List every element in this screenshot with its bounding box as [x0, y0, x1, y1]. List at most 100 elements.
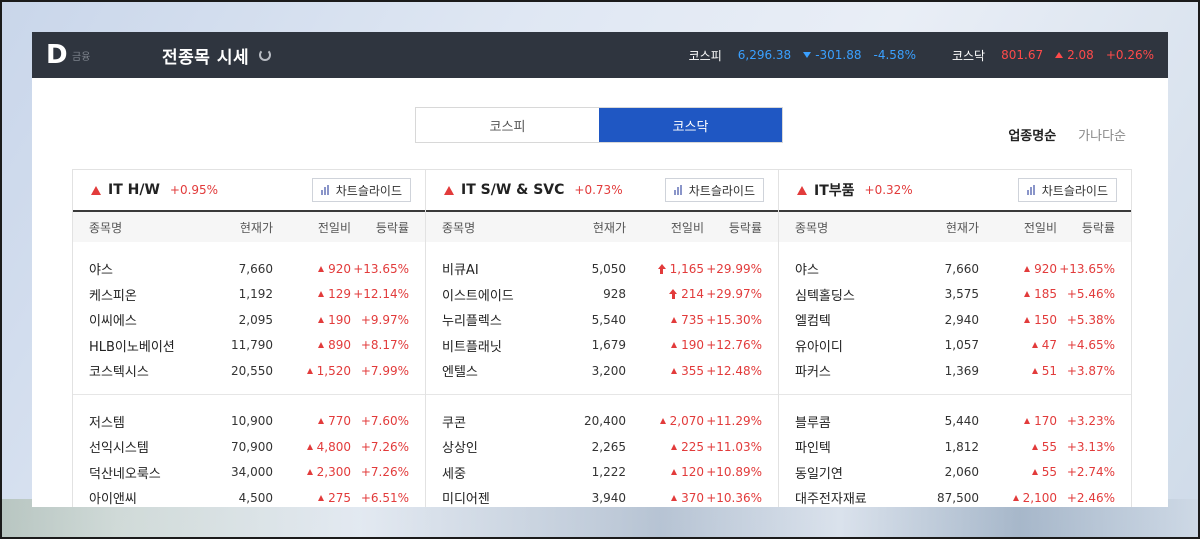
stock-name[interactable]: 쿠콘: [442, 412, 556, 431]
stock-price: 928: [603, 287, 626, 302]
kosdaq-label: 코스닥: [951, 48, 986, 63]
stock-name[interactable]: 미디어젠: [442, 488, 556, 507]
chart-slide-button[interactable]: 차트슬라이드: [1017, 178, 1117, 202]
stock-row[interactable]: 블루콤 5,440 170 +3.23%: [779, 409, 1131, 435]
sector-name[interactable]: IT부품: [814, 180, 855, 200]
stock-name[interactable]: 상상인: [442, 437, 556, 456]
stock-name[interactable]: 엔텔스: [442, 361, 556, 380]
stock-row[interactable]: 파커스 1,369 51 +3.87%: [779, 358, 1131, 384]
kospi-value: 6,296.38: [737, 48, 792, 62]
stock-row[interactable]: 비트플래닛 1,679 190 +12.76%: [426, 333, 778, 359]
sort-by-alphabet[interactable]: 가나다순: [1078, 125, 1126, 144]
stock-name[interactable]: 코스텍시스: [89, 361, 203, 380]
stock-name[interactable]: 덕산네오룩스: [89, 463, 203, 482]
stock-row[interactable]: 선익시스템 70,900 4,800 +7.26%: [73, 434, 425, 460]
stock-name[interactable]: 저스템: [89, 412, 203, 431]
stock-name[interactable]: HLB이노베이션: [89, 336, 203, 355]
kosdaq-change: 2.08: [1055, 48, 1094, 62]
sector-panel: IT부품 +0.32% 차트슬라이드 종목명 현재가 전일비 등락률 야스 7,660 920 +1…: [778, 169, 1132, 507]
stock-percent: +2.74%: [1066, 465, 1115, 480]
stock-name[interactable]: 이스트에이드: [442, 285, 556, 304]
stock-name[interactable]: 블루콤: [795, 412, 909, 431]
stock-row[interactable]: 덕산네오룩스 34,000 2,300 +7.26%: [73, 460, 425, 486]
stock-row[interactable]: 파인텍 1,812 55 +3.13%: [779, 434, 1131, 460]
up-triangle-icon: [318, 342, 325, 349]
stock-name[interactable]: 대주전자재료: [795, 488, 909, 507]
stock-row[interactable]: 이씨에스 2,095 190 +9.97%: [73, 307, 425, 333]
stock-row[interactable]: 야스 7,660 920 +13.65%: [779, 256, 1131, 282]
stock-row[interactable]: 상상인 2,265 225 +11.03%: [426, 434, 778, 460]
stock-name[interactable]: 누리플렉스: [442, 310, 556, 329]
chart-slide-button[interactable]: 차트슬라이드: [311, 178, 411, 202]
stock-row[interactable]: 야스 7,660 920 +13.65%: [73, 256, 425, 282]
stock-row[interactable]: 코스텍시스 20,550 1,520 +7.99%: [73, 358, 425, 384]
stock-change: 190: [626, 338, 704, 352]
stock-row[interactable]: 동일기연 2,060 55 +2.74%: [779, 460, 1131, 486]
stock-name[interactable]: 세중: [442, 463, 556, 482]
up-triangle-icon: [318, 291, 325, 298]
stock-name[interactable]: 비트플래닛: [442, 336, 556, 355]
stock-name[interactable]: 케스피온: [89, 285, 203, 304]
stock-name[interactable]: 야스: [89, 259, 203, 278]
stock-name[interactable]: 아이앤씨: [89, 488, 203, 507]
refresh-icon[interactable]: [259, 49, 272, 61]
stock-price: 20,550: [231, 363, 273, 378]
stock-percent: +15.30%: [706, 312, 762, 327]
col-price: 현재가: [945, 220, 979, 235]
stock-name[interactable]: 선익시스템: [89, 437, 203, 456]
stock-row[interactable]: 엔텔스 3,200 355 +12.48%: [426, 358, 778, 384]
up-triangle-icon: [1024, 418, 1031, 425]
sort-by-sector[interactable]: 업종명순: [1008, 125, 1056, 144]
stock-row[interactable]: 누리플렉스 5,540 735 +15.30%: [426, 307, 778, 333]
stock-name[interactable]: 엘컴텍: [795, 310, 909, 329]
stock-row[interactable]: 미디어젠 3,940 370 +10.36%: [426, 485, 778, 507]
stock-percent: +3.87%: [1066, 363, 1115, 378]
stock-row[interactable]: 비큐AI 5,050 1,165 +29.99%: [426, 256, 778, 282]
stock-row[interactable]: 엘컴텍 2,940 150 +5.38%: [779, 307, 1131, 333]
stock-row[interactable]: 세중 1,222 120 +10.89%: [426, 460, 778, 486]
stock-row[interactable]: 케스피온 1,192 129 +12.14%: [73, 282, 425, 308]
stock-name[interactable]: 동일기연: [795, 463, 909, 482]
stock-price: 5,440: [944, 414, 979, 429]
stock-row[interactable]: 유아이디 1,057 47 +4.65%: [779, 333, 1131, 359]
stock-row[interactable]: 대주전자재료 87,500 2,100 +2.46%: [779, 485, 1131, 507]
col-percent: 등락률: [1081, 220, 1115, 235]
stock-price: 1,192: [238, 287, 273, 302]
stock-row[interactable]: 쿠콘 20,400 2,070 +11.29%: [426, 409, 778, 435]
stock-name[interactable]: 야스: [795, 259, 909, 278]
chart-slide-button[interactable]: 차트슬라이드: [664, 178, 764, 202]
stock-name[interactable]: 유아이디: [795, 336, 909, 355]
stock-price: 1,812: [944, 439, 979, 454]
stock-row[interactable]: 심텍홀딩스 3,575 185 +5.46%: [779, 282, 1131, 308]
stock-price: 34,000: [231, 465, 273, 480]
stock-percent: +3.23%: [1066, 414, 1115, 429]
stock-percent: +11.29%: [706, 414, 762, 429]
logo[interactable]: D: [46, 40, 70, 70]
stock-price: 4,500: [238, 490, 273, 505]
col-percent: 등락률: [728, 220, 762, 235]
up-triangle-icon: [318, 316, 325, 323]
sector-name[interactable]: IT H/W: [108, 182, 160, 198]
col-change: 전일비: [670, 220, 704, 235]
stock-percent: +13.65%: [353, 261, 409, 276]
stock-name[interactable]: 비큐AI: [442, 259, 556, 278]
stock-row[interactable]: 아이앤씨 4,500 275 +6.51%: [73, 485, 425, 507]
sector-name[interactable]: IT S/W & SVC: [461, 182, 564, 198]
stock-change: 370: [626, 491, 704, 505]
col-name: 종목명: [89, 220, 123, 235]
stock-change: 225: [626, 440, 704, 454]
stock-name[interactable]: 파커스: [795, 361, 909, 380]
sector-rate: +0.95%: [169, 183, 219, 197]
up-triangle-icon: [1031, 367, 1038, 374]
tab-kosdaq[interactable]: 코스닥: [599, 108, 782, 142]
stock-name[interactable]: 이씨에스: [89, 310, 203, 329]
market-tabs: 코스피 코스닥: [415, 107, 783, 143]
stock-row[interactable]: HLB이노베이션 11,790 890 +8.17%: [73, 333, 425, 359]
stock-row[interactable]: 저스템 10,900 770 +7.60%: [73, 409, 425, 435]
stock-name[interactable]: 심텍홀딩스: [795, 285, 909, 304]
tab-kospi[interactable]: 코스피: [416, 108, 599, 142]
stock-name[interactable]: 파인텍: [795, 437, 909, 456]
stock-row[interactable]: 이스트에이드 928 214 +29.97%: [426, 282, 778, 308]
up-triangle-icon: [671, 443, 678, 450]
stock-percent: +5.38%: [1066, 312, 1115, 327]
